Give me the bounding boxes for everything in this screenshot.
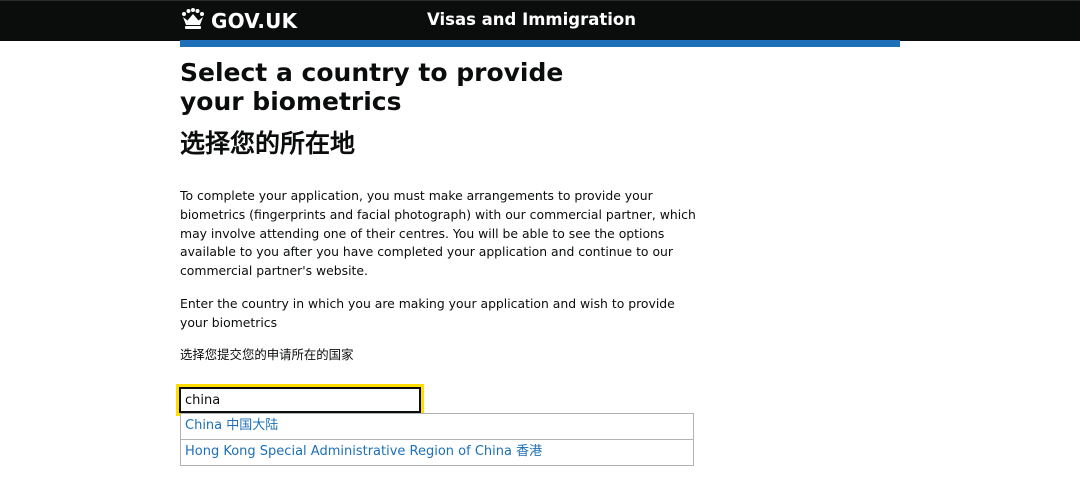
- crown-icon: [180, 8, 206, 34]
- site-header: GOV.UK Visas and Immigration: [0, 0, 1080, 41]
- autocomplete-option-china[interactable]: China 中国大陆: [181, 414, 693, 440]
- header-accent-bar: [180, 40, 900, 47]
- logo-text: GOV.UK: [211, 9, 298, 33]
- service-name-link[interactable]: Visas and Immigration: [427, 10, 636, 29]
- autocomplete-option-hong-kong[interactable]: Hong Kong Special Administrative Region …: [181, 440, 693, 465]
- page-title-chinese: 选择您的所在地: [180, 129, 356, 158]
- govuk-logo-link[interactable]: GOV.UK: [180, 8, 297, 34]
- instruction-paragraph-chinese: 选择您提交您的申请所在的国家: [180, 347, 354, 362]
- intro-paragraph: To complete your application, you must m…: [180, 188, 696, 279]
- page-title: Select a country to provide your biometr…: [180, 58, 564, 116]
- autocomplete-menu: China 中国大陆 Hong Kong Special Administrat…: [180, 413, 694, 466]
- instruction-paragraph: Enter the country in which you are makin…: [180, 296, 675, 330]
- country-search-input[interactable]: [176, 384, 424, 416]
